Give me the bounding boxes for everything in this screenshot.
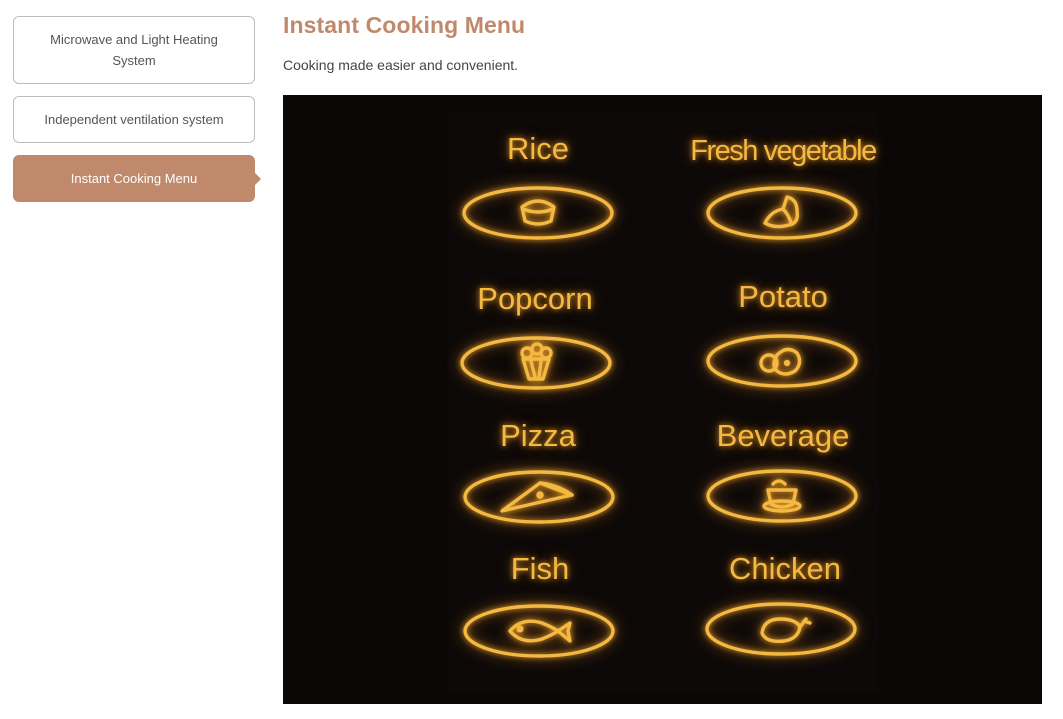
menu-label-popcorn: Popcorn <box>477 281 593 316</box>
tab-instant-cooking-menu[interactable]: Instant Cooking Menu <box>13 155 261 202</box>
cooking-menu-image: Rice Fresh vegetable Popcorn Potato Pizz… <box>283 95 1042 704</box>
page-subtitle: Cooking made easier and convenient. <box>283 57 519 73</box>
sidebar: Microwave and Light Heating System Indep… <box>13 16 261 202</box>
tab-label: Instant Cooking Menu <box>70 171 198 186</box>
vegetable-icon <box>705 185 859 241</box>
menu-label-pizza: Pizza <box>500 418 576 453</box>
pizza-slice-icon <box>462 469 616 525</box>
fish-icon <box>462 603 616 659</box>
menu-label-potato: Potato <box>738 279 828 314</box>
menu-label-fresh-vegetable: Fresh vegetable <box>690 135 877 167</box>
menu-label-fish: Fish <box>510 551 570 586</box>
active-tab-pointer <box>254 171 261 186</box>
tab-label: Microwave and Light Heating System <box>50 32 218 68</box>
menu-label-beverage: Beverage <box>716 418 850 453</box>
popcorn-icon <box>459 335 613 391</box>
menu-label-chicken: Chicken <box>729 551 841 586</box>
potato-icon <box>705 333 859 389</box>
tab-microwave-light-heating[interactable]: Microwave and Light Heating System <box>13 16 255 84</box>
tab-independent-ventilation[interactable]: Independent ventilation system <box>13 96 255 143</box>
page-title: Instant Cooking Menu <box>283 12 526 38</box>
tab-label: Independent ventilation system <box>44 112 224 127</box>
rice-bowl-icon <box>461 185 615 241</box>
beverage-cup-icon <box>705 468 859 524</box>
chicken-icon <box>704 601 858 657</box>
menu-label-rice: Rice <box>506 131 570 166</box>
